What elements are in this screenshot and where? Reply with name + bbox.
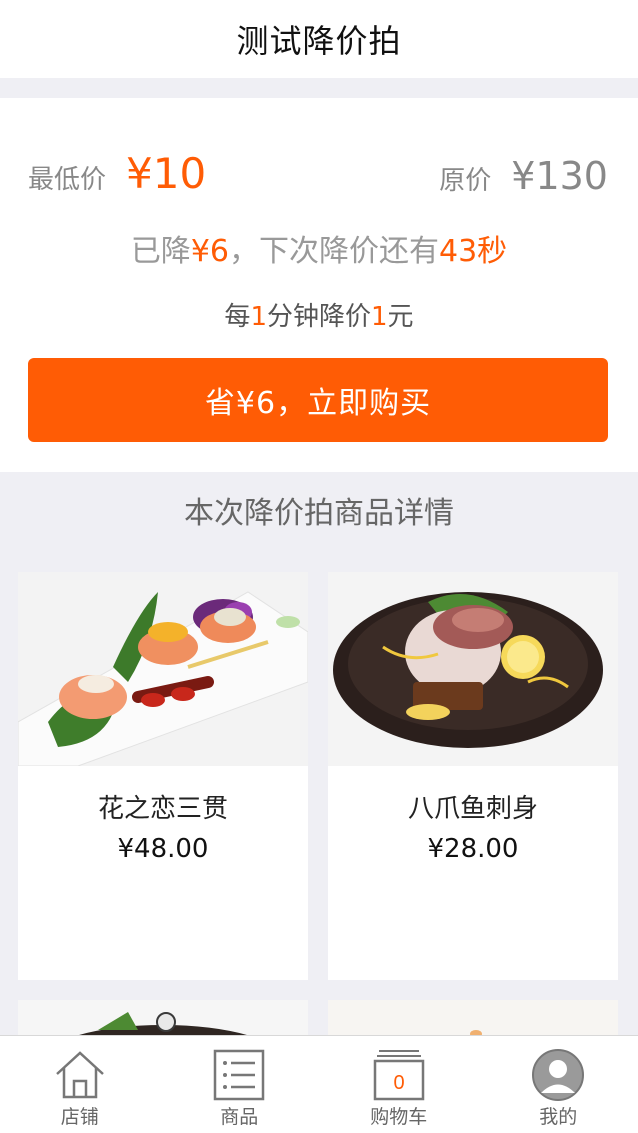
tab-label: 我的 — [479, 1102, 638, 1129]
next-drop-text: ，下次降价还有 — [229, 234, 439, 269]
price-card: 最低价 ¥10 原价 ¥130 已降¥6，下次降价还有43秒 每1分钟降价1元 … — [0, 98, 638, 472]
product-image-dish — [328, 1000, 618, 1040]
lowest-price-label: 最低价 — [28, 159, 106, 196]
cart-badge: 0 — [393, 1072, 404, 1094]
user-icon — [531, 1048, 585, 1102]
price-drop-status: 已降¥6，下次降价还有43秒 — [0, 226, 638, 270]
tab-store[interactable]: 店铺 — [0, 1036, 160, 1133]
rule-prefix: 每 — [224, 302, 250, 332]
buy-now-button[interactable]: 省¥6，立即购买 — [28, 358, 608, 442]
lowest-price: 最低价 ¥10 — [28, 149, 206, 198]
tab-label: 商品 — [160, 1102, 320, 1129]
bottom-tab-bar: 店铺 商品 0 购物车 我的 — [0, 1035, 638, 1133]
rule-suffix: 元 — [388, 302, 414, 332]
list-icon — [212, 1048, 266, 1102]
product-image-octopus[interactable] — [328, 572, 618, 766]
product-card[interactable] — [18, 1000, 308, 1040]
home-icon — [53, 1048, 107, 1102]
product-image-roll — [18, 1000, 308, 1040]
product-price: ¥48.00 — [18, 834, 308, 864]
product-card[interactable]: 八爪鱼刺身 ¥28.00 — [328, 572, 618, 980]
original-price-label: 原价 — [439, 160, 491, 197]
original-price-value: ¥130 — [511, 154, 608, 198]
rule-amount: 1 — [371, 302, 388, 332]
price-row: 最低价 ¥10 原价 ¥130 — [28, 142, 608, 198]
rule-minutes: 1 — [250, 302, 267, 332]
cart-icon: 0 — [372, 1048, 426, 1102]
product-image-sushi[interactable] — [18, 572, 308, 766]
product-card[interactable] — [328, 1000, 618, 1040]
countdown-timer: 43秒 — [439, 234, 507, 269]
tab-cart[interactable]: 0 购物车 — [319, 1036, 479, 1133]
page-title: 测试降价拍 — [236, 16, 401, 62]
top-nav-bar: 测试降价拍 — [0, 0, 638, 78]
tab-label: 购物车 — [319, 1102, 479, 1129]
product-price: ¥28.00 — [328, 834, 618, 864]
tab-profile[interactable]: 我的 — [479, 1036, 638, 1133]
tab-label: 店铺 — [0, 1102, 160, 1129]
drop-rule: 每1分钟降价1元 — [0, 296, 638, 333]
rule-middle: 分钟降价 — [267, 302, 371, 332]
product-name: 花之恋三贯 — [18, 788, 308, 825]
product-card[interactable]: 花之恋三贯 ¥48.00 — [18, 572, 308, 980]
dropped-amount: ¥6 — [191, 234, 229, 269]
product-name: 八爪鱼刺身 — [328, 788, 618, 825]
section-title: 本次降价拍商品详情 — [0, 488, 638, 532]
lowest-price-value: ¥10 — [126, 149, 206, 198]
tab-products[interactable]: 商品 — [160, 1036, 320, 1133]
original-price: 原价 ¥130 — [439, 154, 608, 198]
dropped-prefix: 已降 — [131, 234, 191, 269]
